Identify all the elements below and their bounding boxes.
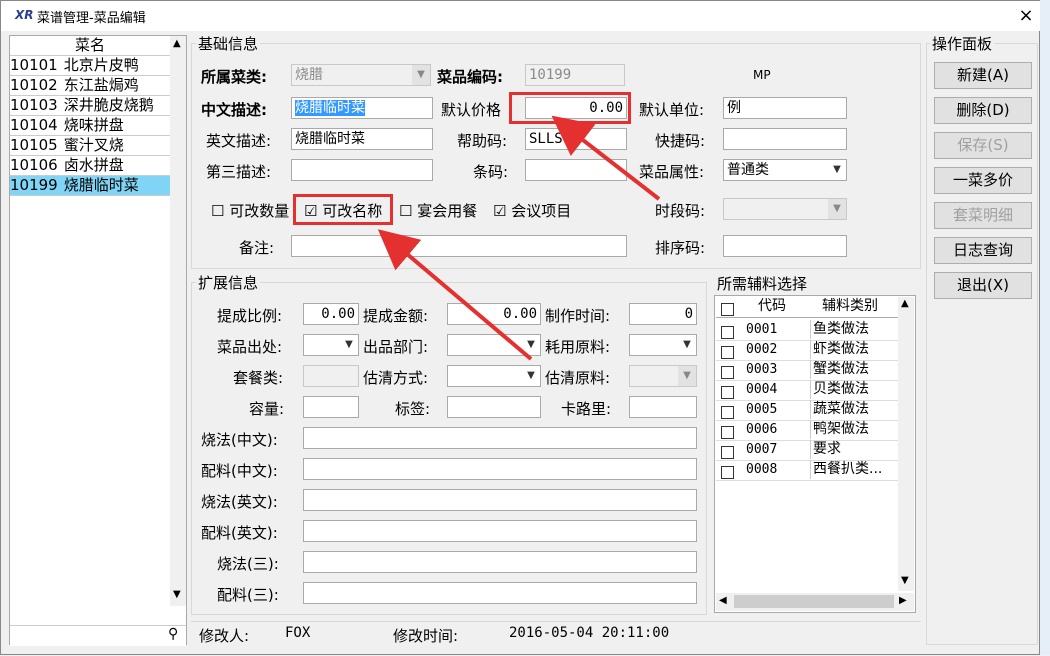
- arrow-to-name: [377, 229, 533, 361]
- background-window-edge: [1040, 0, 1050, 655]
- dish-edit-window: XR 菜谱管理-菜品编辑 × 菜名 10101 北京片皮鸭 10102 东江盐焗鸡 10…: [0, 0, 1041, 655]
- annotation-arrows: [377, 115, 661, 361]
- arrow-to-price: [551, 115, 661, 201]
